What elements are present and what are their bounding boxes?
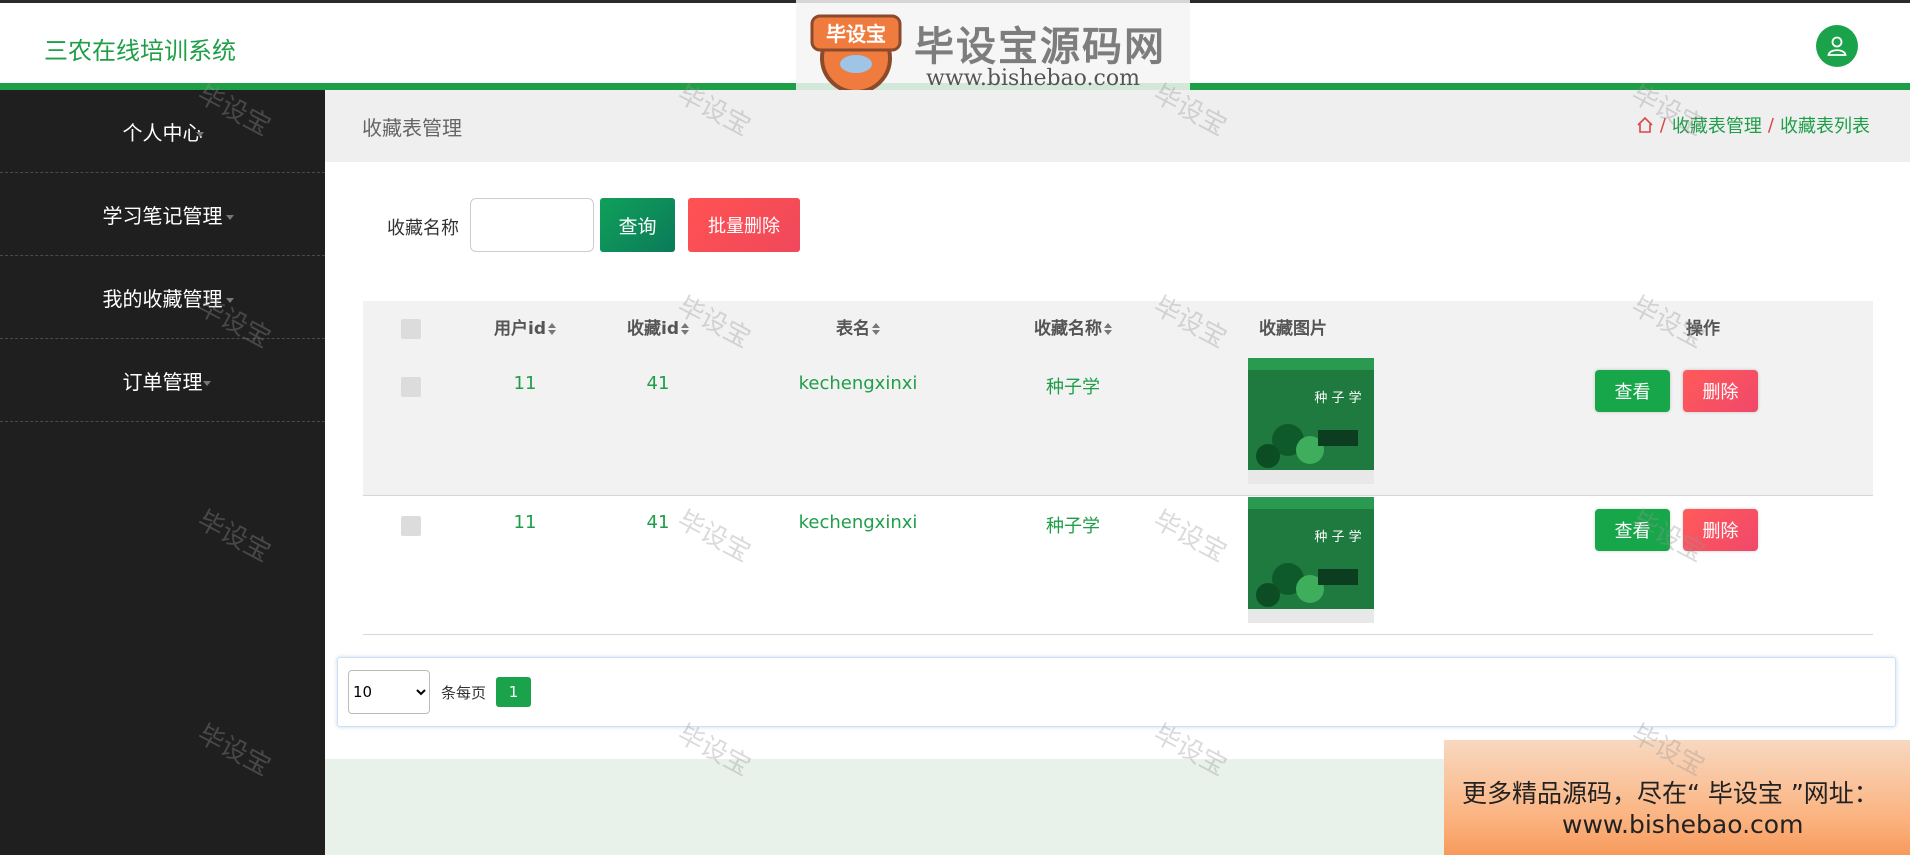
view-button[interactable]: 查看 <box>1595 509 1670 551</box>
promo-banner: 更多精品源码，尽在“ 毕设宝 ”网址： www.bishebao.com <box>1444 740 1910 855</box>
row-checkbox[interactable] <box>401 516 421 536</box>
column-header-user-id[interactable]: 用户id <box>473 301 577 357</box>
favorite-image[interactable]: 种 子 学 <box>1248 497 1374 623</box>
logo-badge-icon: 毕设宝 <box>810 14 902 94</box>
cell-fav-id: 41 <box>646 373 670 394</box>
sidebar-item-orders[interactable]: 订单管理 <box>0 339 325 422</box>
logo-name: 毕设宝源码网 <box>914 24 1166 70</box>
query-button[interactable]: 查询 <box>600 198 675 252</box>
cell-fav-name: 种子学 <box>1046 516 1100 537</box>
home-icon[interactable] <box>1636 116 1654 134</box>
row-checkbox[interactable] <box>401 377 421 397</box>
cell-user-id: 11 <box>513 373 537 394</box>
breadcrumb-item-collection-list[interactable]: 收藏表列表 <box>1780 112 1870 138</box>
promo-line-2: www.bishebao.com <box>1562 810 1804 839</box>
cell-table-name: kechengxinxi <box>798 373 918 394</box>
cell-fav-id: 41 <box>646 512 670 533</box>
sidebar-item-label: 学习笔记管理 <box>102 203 223 228</box>
cover-title: 种 子 学 <box>1314 529 1361 545</box>
cover-title: 种 子 学 <box>1314 390 1361 406</box>
column-header-actions: 操作 <box>1686 319 1720 339</box>
search-input[interactable] <box>470 198 594 252</box>
cell-user-id: 11 <box>513 512 537 533</box>
sidebar-item-label: 我的收藏管理 <box>102 286 223 311</box>
column-header-fav-name[interactable]: 收藏名称 <box>993 301 1153 357</box>
sort-icon <box>872 323 880 335</box>
sidebar-item-study-notes[interactable]: 学习笔记管理 <box>0 173 325 256</box>
logo-url: www.bishebao.com <box>926 66 1140 91</box>
user-icon <box>1827 36 1847 56</box>
logo-badge-text: 毕设宝 <box>826 22 886 46</box>
sidebar: 个人中心 学习笔记管理 我的收藏管理 订单管理 <box>0 90 325 855</box>
page-title: 收藏表管理 <box>362 116 462 140</box>
search-label: 收藏名称 <box>387 218 459 239</box>
table-header: 用户id 收藏id 表名 收藏名称 收藏图片 操作 <box>363 301 1873 357</box>
column-header-fav-image: 收藏图片 <box>1259 319 1327 339</box>
promo-line-1: 更多精品源码，尽在“ 毕设宝 ”网址： <box>1462 779 1879 808</box>
favorite-image[interactable]: 种 子 学 <box>1248 358 1374 484</box>
table-row: 11 41 kechengxinxi 种子学 种 子 学 查看 删除 <box>363 357 1873 496</box>
breadcrumb-separator: / <box>1659 114 1666 136</box>
sidebar-item-personal-center[interactable]: 个人中心 <box>0 90 325 173</box>
chevron-down-icon <box>203 381 211 386</box>
per-page-label: 条每页 <box>441 684 487 702</box>
chevron-down-icon <box>226 215 234 220</box>
breadcrumb-separator: / <box>1767 114 1774 136</box>
user-avatar[interactable] <box>1816 25 1858 67</box>
page-header: 收藏表管理 / 收藏表管理 / 收藏表列表 <box>325 90 1910 162</box>
page-button-current[interactable]: 1 <box>496 677 531 707</box>
chevron-down-icon <box>196 132 204 137</box>
site-logo: 毕设宝 毕设宝源码网 www.bishebao.com <box>796 0 1190 102</box>
favorites-table: 用户id 收藏id 表名 收藏名称 收藏图片 操作 11 41 kechengx… <box>363 301 1873 635</box>
app-title: 三农在线培训系统 <box>44 37 236 65</box>
view-button[interactable]: 查看 <box>1595 370 1670 412</box>
cell-table-name: kechengxinxi <box>798 512 918 533</box>
pagination: 10 条每页 1 <box>337 657 1896 727</box>
table-row: 11 41 kechengxinxi 种子学 种 子 学 查看 删除 <box>363 496 1873 635</box>
breadcrumb-item-collection-manage[interactable]: 收藏表管理 <box>1672 112 1762 138</box>
sort-icon <box>681 323 689 335</box>
sort-icon <box>1104 323 1112 335</box>
cell-fav-name: 种子学 <box>1046 377 1100 398</box>
batch-delete-button[interactable]: 批量删除 <box>688 198 800 252</box>
column-header-fav-id[interactable]: 收藏id <box>603 301 713 357</box>
sort-icon <box>548 323 556 335</box>
sidebar-item-label: 个人中心 <box>122 120 203 145</box>
select-all-checkbox[interactable] <box>401 319 421 339</box>
delete-button[interactable]: 删除 <box>1683 509 1758 551</box>
sidebar-item-my-favorites[interactable]: 我的收藏管理 <box>0 256 325 339</box>
chevron-down-icon <box>226 298 234 303</box>
delete-button[interactable]: 删除 <box>1683 370 1758 412</box>
column-header-table-name[interactable]: 表名 <box>783 301 933 357</box>
page-size-select[interactable]: 10 <box>348 670 430 714</box>
sidebar-item-label: 订单管理 <box>122 369 203 394</box>
breadcrumb: / 收藏表管理 / 收藏表列表 <box>1636 112 1870 138</box>
